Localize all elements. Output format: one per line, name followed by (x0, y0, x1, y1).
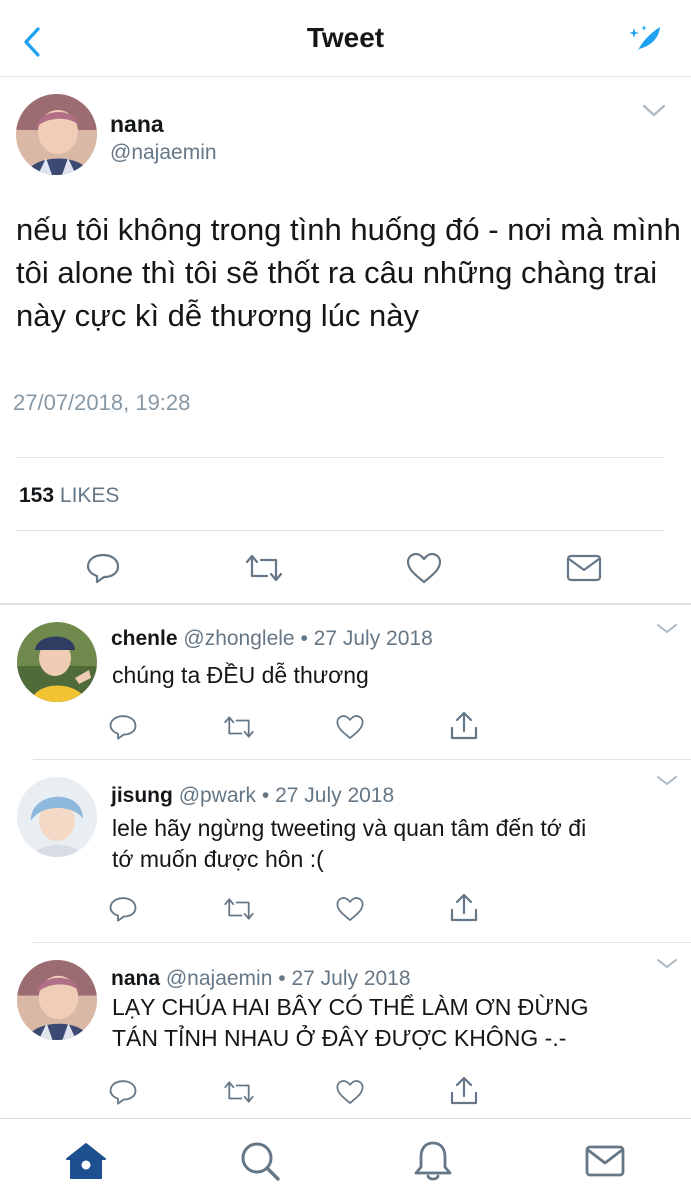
avatar[interactable] (16, 94, 97, 175)
reply-tweet[interactable]: chenle @zhonglele • 27 July 2018 chúng t… (0, 606, 691, 759)
share-button[interactable] (449, 1075, 479, 1107)
reply-menu-button[interactable] (654, 772, 680, 790)
share-icon (450, 893, 478, 922)
header-divider (0, 76, 691, 77)
retweet-icon (245, 554, 283, 582)
reply-icon (109, 1080, 137, 1105)
chevron-down-icon (657, 959, 677, 968)
reply-date: 27 July 2018 (291, 967, 411, 990)
reply-button[interactable] (108, 894, 138, 924)
reply-header: jisung @pwark • 27 July 2018 (111, 784, 394, 808)
avatar[interactable] (17, 622, 97, 702)
tweet-author-name[interactable]: nana (110, 111, 164, 138)
reply-author-handle[interactable]: @zhonglele (183, 627, 294, 650)
section-separator (0, 603, 691, 605)
tab-bar (0, 1118, 691, 1200)
reply-date: 27 July 2018 (313, 627, 433, 650)
retweet-icon (224, 1081, 254, 1103)
retweet-button[interactable] (243, 550, 285, 586)
divider (16, 530, 664, 531)
reply-menu-button[interactable] (654, 620, 680, 638)
reply-text: LẠY CHÚA HAI BÂY CÓ THỂ LÀM ƠN ĐỪNG TÁN … (112, 994, 589, 1051)
reply-header: nana @najaemin • 27 July 2018 (111, 967, 411, 991)
reply-tweet[interactable]: nana @najaemin • 27 July 2018 LẠY CHÚA H… (0, 943, 691, 1118)
like-button[interactable] (335, 894, 365, 924)
share-icon (450, 711, 478, 740)
reply-button[interactable] (108, 712, 138, 742)
reply-author-handle[interactable]: @pwark (179, 784, 256, 807)
reply-author-name[interactable]: jisung (111, 784, 173, 807)
reply-icon (109, 897, 137, 922)
reply-text: lele hãy ngừng tweeting và quan tâm đến … (112, 815, 587, 872)
retweet-button[interactable] (222, 712, 256, 742)
separator-dot: • (261, 784, 270, 807)
like-icon (406, 552, 442, 584)
separator-dot: • (278, 967, 286, 990)
reply-author-name[interactable]: chenle (111, 627, 178, 650)
like-button[interactable] (335, 1077, 365, 1107)
tweet-timestamp: 27/07/2018, 19:28 (13, 390, 191, 415)
reply-author-handle[interactable]: @najaemin (166, 967, 273, 990)
reply-icon (109, 715, 137, 740)
likes-count[interactable]: 153 LIKES (19, 484, 119, 508)
chevron-down-icon (657, 776, 677, 785)
like-icon (336, 715, 364, 739)
sparkle-feather-icon (629, 25, 660, 52)
retweet-button[interactable] (222, 1077, 256, 1107)
chevron-down-icon (657, 624, 677, 633)
retweet-icon (224, 898, 254, 920)
separator-dot: • (300, 627, 308, 650)
message-icon (566, 554, 602, 582)
reply-date: 27 July 2018 (275, 784, 395, 807)
reply-tweet[interactable]: jisung @pwark • 27 July 2018 lele hãy ng… (0, 760, 691, 942)
likes-count-value: 153 (19, 484, 55, 507)
retweet-icon (224, 716, 254, 738)
like-button[interactable] (405, 550, 443, 586)
home-icon (66, 1143, 106, 1179)
tweet-author-handle[interactable]: @najaemin (110, 141, 217, 165)
avatar[interactable] (17, 777, 97, 857)
reply-header: chenle @zhonglele • 27 July 2018 (111, 627, 433, 651)
tweet-menu-button[interactable] (640, 100, 668, 120)
reply-menu-button[interactable] (654, 955, 680, 973)
share-icon (450, 1076, 478, 1105)
tab-search[interactable] (238, 1139, 282, 1183)
page-title: Tweet (306, 22, 385, 53)
likes-count-label: LIKES (59, 484, 120, 507)
share-button[interactable] (449, 710, 479, 742)
retweet-button[interactable] (222, 894, 256, 924)
message-button[interactable] (566, 550, 602, 586)
notifications-icon (414, 1141, 452, 1181)
search-icon (241, 1142, 280, 1181)
tab-notifications[interactable] (412, 1139, 454, 1183)
tweet-text: nếu tôi không trong tình huống đó - nơi … (16, 212, 681, 333)
like-icon (336, 897, 364, 921)
like-icon (336, 1080, 364, 1104)
reply-text: chúng ta ĐỀU dễ thương (112, 662, 369, 688)
reply-icon (86, 553, 120, 584)
timeline-sparkle-button[interactable] (626, 22, 664, 56)
reply-button[interactable] (108, 1077, 138, 1107)
reply-button[interactable] (85, 550, 121, 586)
share-button[interactable] (449, 892, 479, 924)
divider (16, 457, 664, 458)
tab-messages[interactable] (584, 1143, 626, 1179)
messages-icon (585, 1145, 625, 1177)
avatar[interactable] (17, 960, 97, 1040)
tab-home[interactable] (64, 1141, 108, 1181)
chevron-down-icon (642, 104, 666, 117)
like-button[interactable] (335, 712, 365, 742)
reply-author-name[interactable]: nana (111, 967, 160, 990)
